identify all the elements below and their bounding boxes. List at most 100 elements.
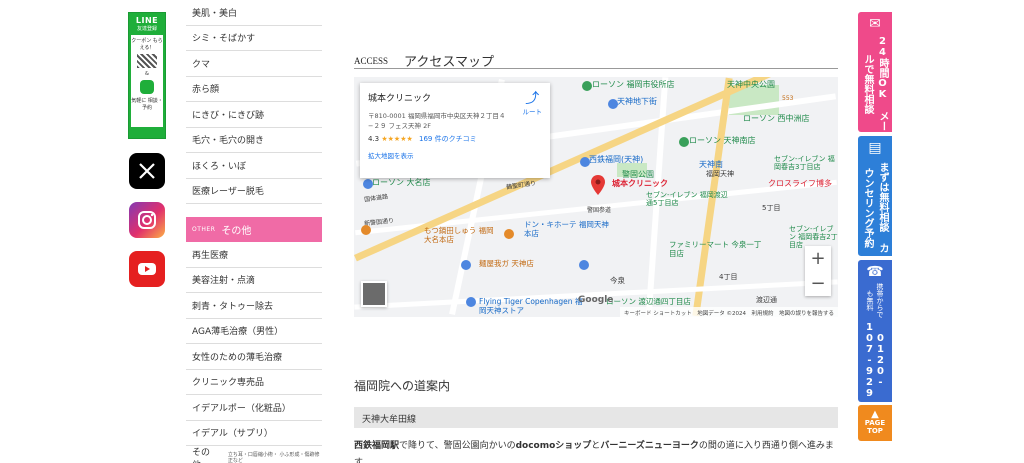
map-poi-icon[interactable] <box>466 297 476 307</box>
map-poi-icon[interactable] <box>504 229 514 239</box>
mail-consult-button[interactable]: ✉ 24時間OK メールで無料相談 <box>858 12 892 132</box>
guide-landmark-docomo: docomoショップ <box>515 441 592 451</box>
chevron-up-icon: ▲ <box>871 409 879 420</box>
line-friend-banner[interactable]: LINE 友達登録 クーポン もらえる！ & 気軽に 相談・予約 <box>128 12 166 139</box>
x-twitter-icon[interactable] <box>129 153 165 189</box>
map-label: クロスライフ博多 <box>768 179 832 188</box>
map-attribution[interactable]: キーボード ショートカット 地図データ ©2024 利用規約 地図の誤りを報告す… <box>620 307 838 317</box>
satellite-toggle[interactable] <box>361 281 387 307</box>
map-label: Flying Tiger Copenhagen 福岡天神ストア <box>479 297 583 315</box>
counseling-label: まずは無料相談 カウンセリング予約 <box>862 162 888 253</box>
map-label: 4丁目 <box>719 273 738 281</box>
sidebar-item-redness[interactable]: 赤ら顔 <box>186 77 322 102</box>
route-button[interactable]: ⤴ ルート <box>523 92 543 116</box>
map-label: 5丁目 <box>762 204 781 212</box>
youtube-icon[interactable] <box>129 251 165 287</box>
map-poi-icon[interactable] <box>461 260 471 270</box>
google-map[interactable]: ローソン 福岡市役所店 天神中央公園 天神地下街 553 ローソン 西中洲店 ロ… <box>354 77 838 317</box>
map-location-pin-icon[interactable] <box>591 175 605 195</box>
access-heading-en: ACCESS <box>354 56 389 66</box>
map-label: ローソン 渡辺通四丁目店 <box>606 297 691 306</box>
map-label: 渡辺通 <box>756 296 777 304</box>
sidebar-item-moles[interactable]: ほくろ・いぼ <box>186 153 322 179</box>
google-logo: Google <box>578 295 614 305</box>
directions-icon: ⤴ <box>525 91 540 107</box>
map-poi-icon[interactable] <box>580 157 590 167</box>
sidebar-item-spots[interactable]: シミ・そばかす <box>186 26 322 51</box>
misc-note: 立ち耳・口唇縮小術・ 小ふ形成・傷跡修正など <box>227 452 320 463</box>
sidebar-item-pores[interactable]: 毛穴・毛穴の開き <box>186 128 322 153</box>
map-label: ローソン 大名店 <box>372 178 431 187</box>
map-reviews-link[interactable]: 169 件のクチコミ <box>419 135 477 143</box>
map-label: ローソン 西中洲店 <box>743 114 810 123</box>
map-label: 西鉄福岡(天神) <box>589 155 644 164</box>
map-label: 天神中央公園 <box>727 80 775 89</box>
sidebar-item-ideal-po[interactable]: イデアルポー（化粧品） <box>186 395 322 421</box>
map-label: ファミリーマート 今泉一丁目店 <box>669 240 762 258</box>
guide-title: 福岡院への道案内 <box>354 379 451 393</box>
map-poi-icon[interactable] <box>363 179 373 189</box>
sidebar-item-clinic-products[interactable]: クリニック専売品 <box>186 370 322 395</box>
map-poi-icon[interactable] <box>361 225 371 235</box>
coupon-ticket-icon <box>137 54 157 68</box>
rating-stars-icon: ★★★★★ <box>381 135 413 143</box>
phone-button[interactable]: ☎ 携帯からでも無料 0120-107-929 <box>858 260 892 402</box>
other-tag: OTHER <box>192 226 216 233</box>
guide-text-part: で降りて、警固公園向かいの <box>399 441 516 451</box>
map-info-card: 城本クリニック 〒810-0001 福岡県福岡市中央区天神２丁目４−２９ フェス… <box>360 83 550 178</box>
map-rating-value: 4.3 <box>368 135 380 143</box>
map-large-link[interactable]: 拡大地図を表示 <box>368 150 542 160</box>
zoom-out-button[interactable]: − <box>805 271 831 296</box>
right-contact-buttons: ✉ 24時間OK メールで無料相談 ▤ まずは無料相談 カウンセリング予約 ☎ … <box>858 12 892 441</box>
map-zoom-control: + − <box>805 246 831 296</box>
counseling-button[interactable]: ▤ まずは無料相談 カウンセリング予約 <box>858 136 892 256</box>
sidebar-item-tattoo-removal[interactable]: 刺青・タトゥー除去 <box>186 293 322 319</box>
sidebar-item-acne[interactable]: にきび・にきび跡 <box>186 102 322 128</box>
sidebar-item-laser-hair-removal[interactable]: 医療レーザー脱毛 <box>186 179 322 204</box>
mail-consult-label: 24時間OK メールで無料相談 <box>862 36 888 131</box>
guide-text-part: と <box>591 441 601 451</box>
zoom-in-button[interactable]: + <box>805 246 831 271</box>
guide-text: 西鉄福岡駅で降りて、警固公園向かいのdocomoショップとバーニーズニューヨーク… <box>354 438 838 463</box>
free-dial-icon: ☎ <box>866 264 884 280</box>
sidebar-item-dark-circles[interactable]: クマ <box>186 51 322 77</box>
sidebar-item-other-misc[interactable]: その他 立ち耳・口唇縮小術・ 小ふ形成・傷跡修正など <box>186 446 322 463</box>
access-heading-jp: アクセスマップ <box>404 55 494 70</box>
chat-bubble-icon <box>140 80 154 94</box>
map-poi-icon[interactable] <box>582 81 592 91</box>
page-top-line2: TOP <box>867 427 883 435</box>
document-icon: ▤ <box>868 140 882 156</box>
guide-station: 西鉄福岡駅 <box>354 441 400 451</box>
sidebar-item-ideal-supplement[interactable]: イデアル（サプリ） <box>186 421 322 446</box>
instagram-icon[interactable] <box>129 202 165 238</box>
sidebar-item-aga[interactable]: AGA薄毛治療（男性） <box>186 319 322 344</box>
map-label: セブン-イレブン 福岡春吉3丁目店 <box>774 155 835 171</box>
map-card-rating: 4.3 ★★★★★ 169 件のクチコミ <box>368 134 542 144</box>
phone-number: 0120-107-929 <box>864 321 886 399</box>
map-label: もつ鍋田しゅう 福岡大名本店 <box>424 226 494 244</box>
sidebar-section-other: OTHER その他 <box>186 217 322 242</box>
map-card-address: 〒810-0001 福岡県福岡市中央区天神２丁目４−２９ フェス天神 2F <box>368 112 506 130</box>
line-amp: & <box>145 71 149 77</box>
phone-note: 携帯からでも無料 <box>866 283 884 319</box>
map-label: 麺屋我ガ 天神店 <box>479 259 534 268</box>
line-coupon-text: クーポン もらえる！ <box>131 38 163 51</box>
map-poi-icon[interactable] <box>679 137 689 147</box>
map-label: 警固参道 <box>587 207 612 214</box>
map-label: ドン・キホーテ 福岡天神本店 <box>524 220 609 238</box>
sidebar-item-skin-whitening[interactable]: 美肌・美白 <box>186 0 322 26</box>
route-label: ルート <box>522 108 543 116</box>
sidebar-item-female-hair[interactable]: 女性のための薄毛治療 <box>186 344 322 370</box>
sidebar-item-regenerative[interactable]: 再生医療 <box>186 242 322 268</box>
other-label: その他 <box>221 226 252 237</box>
map-poi-icon[interactable] <box>579 260 589 270</box>
map-label: 天神地下街 <box>617 97 657 106</box>
map-label: 福岡天神 <box>706 170 734 178</box>
map-label: ローソン 天神南店 <box>689 136 756 145</box>
map-poi-icon[interactable] <box>608 99 618 109</box>
train-line-label: 天神大牟田線 <box>354 407 838 428</box>
sidebar-item-injections[interactable]: 美容注射・点滴 <box>186 268 322 293</box>
page-top-button[interactable]: ▲ PAGE TOP <box>858 405 892 441</box>
map-pin-label: 城本クリニック <box>612 179 668 188</box>
map-label: ローソン 福岡市役所店 <box>592 80 675 89</box>
